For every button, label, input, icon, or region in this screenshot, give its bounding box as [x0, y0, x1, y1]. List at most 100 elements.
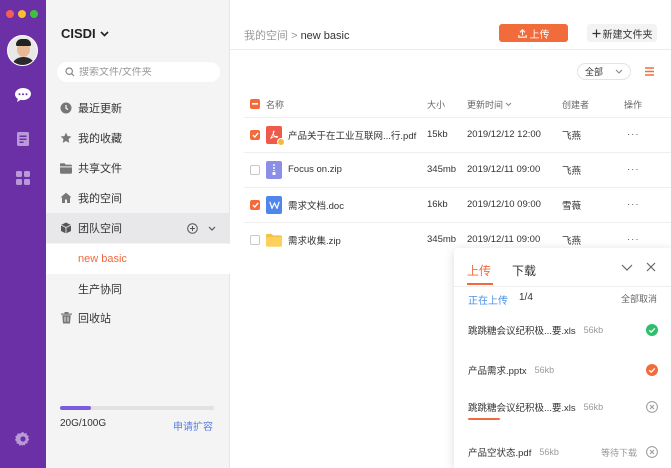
pdf-file-icon: [266, 125, 285, 146]
column-header-creator[interactable]: 创建者: [562, 94, 589, 114]
table-header: 名称 大小 更新时间 创建者 操作: [244, 94, 671, 114]
maximize-window-button[interactable]: [30, 10, 38, 18]
transfer-item-name: 产品空状态.pdf: [468, 448, 532, 459]
row-checkbox[interactable]: [250, 188, 260, 221]
search-box[interactable]: [57, 62, 220, 82]
chevron-down-icon[interactable]: [208, 226, 216, 231]
transfer-item-name: 跳跳糖会议纪积极...要.xls: [468, 326, 576, 337]
select-all-checkbox[interactable]: [250, 94, 260, 114]
sidebar-item-label: 团队空间: [78, 223, 122, 235]
filter-select-value: 全部: [585, 67, 604, 77]
new-folder-button[interactable]: 新建文件夹: [587, 24, 657, 42]
transfer-item-size: 56kb: [583, 402, 604, 412]
transfer-item-name: 跳跳糖会议纪积极...要.xls: [468, 403, 576, 414]
cancel-circle-icon[interactable]: [646, 401, 658, 413]
upload-icon: [517, 28, 527, 38]
close-icon[interactable]: [646, 262, 656, 272]
search-input[interactable]: [79, 66, 209, 78]
column-header-time[interactable]: 更新时间: [467, 94, 512, 114]
transfer-item-wait-status: 等待下载: [601, 447, 638, 458]
sidebar-item-label: 我的收藏: [78, 133, 122, 145]
shared-badge-icon: [277, 137, 285, 146]
sidebar-item-label: 生产协同: [78, 284, 122, 296]
folder-icon: [60, 162, 72, 174]
column-header-name[interactable]: 名称: [266, 94, 284, 114]
breadcrumb: 我的空间 > new basic: [244, 27, 349, 43]
cancel-circle-icon[interactable]: [646, 446, 658, 458]
file-size: 15kb: [427, 129, 448, 140]
apps-grid-icon[interactable]: [12, 167, 34, 189]
transfer-item-size: 56kb: [539, 447, 559, 457]
file-size: 345mb: [427, 164, 457, 175]
transfer-item: 产品空状态.pdf 56kb 等待下载: [468, 442, 658, 462]
sidebar-item-new-basic[interactable]: new basic: [46, 244, 230, 274]
panel-divider: [454, 286, 671, 287]
row-checkbox[interactable]: [250, 223, 260, 256]
breadcrumb-parent[interactable]: 我的空间: [244, 30, 288, 42]
storage-usage-text: 20G/100G: [60, 418, 107, 429]
sidebar-item-trash[interactable]: 回收站: [46, 303, 230, 333]
transfer-item-size: 56kb: [534, 365, 555, 375]
more-actions-button[interactable]: ···: [627, 188, 640, 221]
table-row[interactable]: Focus on.zip 345mb 2019/12/11 09:00 飞燕 ·…: [244, 152, 671, 186]
transfer-progress-bar: [468, 418, 500, 420]
sidebar-item-favorites[interactable]: 我的收藏: [46, 123, 230, 153]
settings-gear-icon[interactable]: [12, 428, 34, 450]
breadcrumb-separator: >: [291, 30, 298, 42]
upload-status: 正在上传: [468, 296, 508, 307]
chevron-down-icon: [615, 69, 623, 74]
file-name[interactable]: Focus on.zip: [288, 164, 342, 175]
cancel-all-button[interactable]: 全部取消: [621, 292, 657, 305]
file-size: 16kb: [427, 199, 448, 210]
sidebar-item-shared[interactable]: 共享文件: [46, 153, 230, 183]
column-header-time-label: 更新时间: [467, 99, 504, 110]
tab-download[interactable]: 下载: [512, 262, 536, 279]
list-view-icon[interactable]: [644, 66, 655, 77]
more-actions-button[interactable]: ···: [627, 153, 640, 186]
file-name[interactable]: 需求文档.doc: [288, 198, 344, 212]
avatar[interactable]: [7, 35, 38, 66]
file-creator: 雪薇: [562, 200, 582, 212]
workspace-switcher[interactable]: CISDI: [61, 26, 109, 41]
trash-icon: [60, 312, 72, 324]
document-icon[interactable]: [12, 128, 34, 150]
app-rail: [0, 0, 46, 468]
star-icon: [60, 132, 72, 144]
sidebar-item-recent[interactable]: 最近更新: [46, 93, 230, 123]
filter-select[interactable]: 全部: [577, 63, 631, 80]
table-row[interactable]: 产品关于在工业互联网...行.pdf 15kb 2019/12/12 12:00…: [244, 117, 671, 151]
sidebar-item-label: 我的空间: [78, 193, 122, 205]
sidebar: CISDI 最近更新 我的收藏 共享文件 我的空间 团队空间 new basic…: [46, 0, 230, 468]
row-checkbox[interactable]: [250, 118, 260, 151]
column-header-size[interactable]: 大小: [427, 94, 445, 114]
request-expansion-link[interactable]: 申请扩容: [173, 418, 213, 433]
file-updated-time: 2019/12/12 12:00: [467, 129, 541, 140]
window-controls: [6, 10, 38, 18]
chevron-down-icon: [100, 30, 109, 37]
tab-upload[interactable]: 上传: [467, 262, 491, 279]
zip-file-icon: [266, 160, 282, 179]
breadcrumb-current: new basic: [300, 30, 350, 42]
chat-icon[interactable]: [12, 84, 34, 106]
search-icon: [65, 67, 75, 77]
sidebar-item-label: 回收站: [78, 313, 111, 325]
file-name[interactable]: 需求收集.zip: [288, 233, 341, 247]
new-folder-button-label: 新建文件夹: [602, 29, 653, 41]
plus-icon: [592, 29, 600, 37]
row-checkbox[interactable]: [250, 153, 260, 186]
upload-button[interactable]: 上传: [499, 24, 568, 42]
table-row[interactable]: 需求文档.doc 16kb 2019/12/10 09:00 雪薇 ···: [244, 187, 671, 221]
storage-usage-bar: [60, 406, 214, 410]
close-window-button[interactable]: [6, 10, 14, 18]
sidebar-item-label: 共享文件: [78, 163, 122, 175]
sidebar-item-production[interactable]: 生产协同: [46, 274, 230, 304]
collapse-chevron-icon[interactable]: [621, 264, 633, 271]
active-tab-indicator: [467, 283, 493, 285]
sidebar-item-team-space[interactable]: 团队空间: [46, 213, 230, 243]
minimize-window-button[interactable]: [18, 10, 26, 18]
more-actions-button[interactable]: ···: [627, 118, 640, 151]
add-circle-icon[interactable]: [187, 222, 198, 234]
sidebar-item-my-space[interactable]: 我的空间: [46, 183, 230, 213]
file-name[interactable]: 产品关于在工业互联网...行.pdf: [288, 128, 416, 142]
success-check-icon: [646, 324, 658, 336]
